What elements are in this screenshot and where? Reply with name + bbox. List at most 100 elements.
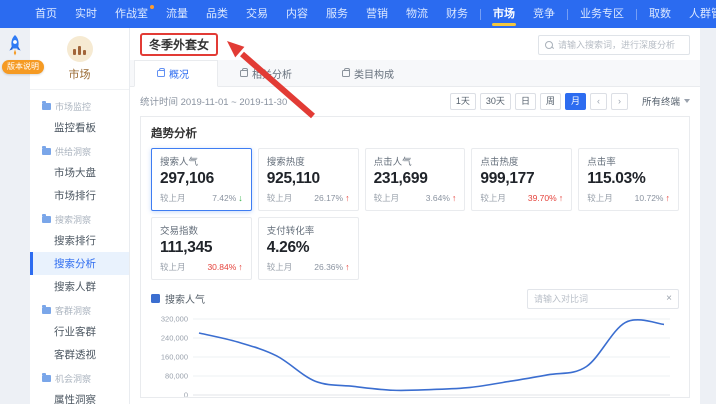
nav-item-home[interactable]: 首页: [26, 0, 66, 28]
series-line-search-popularity: [199, 320, 664, 391]
tab-category-composition[interactable]: 类目构成: [320, 60, 422, 86]
range-button[interactable]: 周: [540, 93, 561, 110]
metric-card[interactable]: 点击率 115.03% 较上月10.72%↑: [578, 148, 679, 211]
compare-period-label: 较上月: [587, 192, 613, 204]
tab-label: 概况: [169, 66, 189, 81]
metric-delta: 26.17%↑: [314, 193, 349, 203]
sidebar-section-label: 客群洞察: [30, 298, 129, 320]
nav-item-label: 实时: [75, 8, 97, 20]
rocket-icon[interactable]: [5, 34, 25, 58]
up-arrow-icon: ↑: [345, 262, 350, 272]
nav-item-logistics[interactable]: 物流: [397, 0, 437, 28]
metric-card[interactable]: 交易指数111,345较上月30.84%↑: [151, 217, 252, 280]
sidebar-item[interactable]: 行业客群: [30, 320, 129, 343]
sidebar-item[interactable]: 搜索人群: [30, 275, 129, 298]
sidebar-item[interactable]: 客群透视: [30, 343, 129, 366]
keyword-search-input[interactable]: [558, 40, 683, 50]
sidebar-item[interactable]: 属性洞察: [30, 388, 129, 404]
nav-item-biz-zone[interactable]: 业务专区: [571, 0, 633, 28]
metric-card[interactable]: 点击热度999,177较上月39.70%↑: [471, 148, 572, 211]
sidebar-section-text: 机会洞察: [55, 372, 91, 385]
search-icon: [545, 41, 553, 49]
keyword-search-box[interactable]: [538, 35, 690, 55]
prev-period-button[interactable]: ‹: [590, 93, 607, 110]
sidebar-section-label: 供给洞察: [30, 139, 129, 161]
nav-item-content[interactable]: 内容: [277, 0, 317, 28]
stat-filter-row: 统计时间 2019-11-01 ~ 2019-11-30 1天30天日周月‹›所…: [130, 87, 700, 116]
metric-value: 297,106: [160, 170, 243, 188]
metric-card[interactable]: 点击人气231,699较上月3.64%↑: [365, 148, 466, 211]
chart-header: 搜索人气 ×: [151, 289, 679, 309]
metric-footer: 较上月 26.17%↑: [267, 192, 350, 204]
nav-item-service[interactable]: 服务: [317, 0, 357, 28]
metric-footer: 较上月30.84%↑: [160, 261, 243, 273]
sidebar-item[interactable]: 市场大盘: [30, 161, 129, 184]
metric-card[interactable]: 支付转化率4.26%较上月26.36%↑: [258, 217, 359, 280]
metric-value: 999,177: [480, 170, 563, 188]
close-icon[interactable]: ×: [666, 294, 672, 304]
svg-text:160,000: 160,000: [161, 352, 188, 361]
nav-item-compete[interactable]: 竞争: [524, 0, 564, 28]
content-header: 冬季外套女: [130, 28, 700, 60]
compare-period-label: 较上月: [267, 192, 293, 204]
metric-label: 支付转化率: [267, 223, 350, 237]
metric-label: 点击率: [587, 154, 670, 168]
delta-percent: 26.36%: [314, 262, 343, 272]
sidebar-section-text: 搜索洞察: [55, 213, 91, 226]
terminal-dropdown[interactable]: 所有终端: [642, 94, 690, 108]
sidebar-section-label: 市场监控: [30, 94, 129, 116]
legend-swatch: [151, 294, 160, 303]
compare-period-label: 较上月: [160, 261, 186, 273]
delta-percent: 3.64%: [426, 193, 450, 203]
sidebar-item[interactable]: 搜索分析: [30, 252, 129, 275]
metric-label: 点击人气: [374, 154, 457, 168]
nav-item-label: 业务专区: [580, 8, 624, 20]
nav-item-crowd-mgmt[interactable]: 人群管理: [680, 0, 716, 28]
nav-item-data-extract[interactable]: 取数: [640, 0, 680, 28]
nav-item-war-room[interactable]: 作战室: [106, 0, 157, 28]
sidebar-section-text: 供给洞察: [55, 145, 91, 158]
svg-text:0: 0: [184, 390, 188, 398]
nav-item-finance[interactable]: 财务: [437, 0, 477, 28]
compare-word-input[interactable]: [534, 294, 662, 304]
nav-item-realtime[interactable]: 实时: [66, 0, 106, 28]
tab-label: 类目构成: [354, 66, 394, 81]
tab-overview[interactable]: 概况: [134, 60, 218, 87]
compare-period-label: 较上月: [267, 261, 293, 273]
assistant-badge[interactable]: 版本说明: [2, 60, 44, 74]
nav-item-marketing[interactable]: 营销: [357, 0, 397, 28]
nav-item-label: 市场: [493, 8, 515, 20]
trend-line-chart: 080,000160,000240,000320,0002018-112018-…: [151, 313, 679, 398]
metric-value: 115.03%: [587, 170, 670, 188]
sidebar-section-label: 搜索洞察: [30, 207, 129, 229]
range-button[interactable]: 日: [515, 93, 536, 110]
tab-related-analysis[interactable]: 相关分析: [218, 60, 320, 86]
metric-footer: 较上月 26.36%↑: [267, 261, 350, 273]
metric-label: 搜索热度: [267, 154, 350, 168]
sidebar-section-text: 市场监控: [55, 100, 91, 113]
up-arrow-icon: ↑: [345, 193, 350, 203]
folder-icon: [42, 307, 51, 314]
nav-item-trade[interactable]: 交易: [237, 0, 277, 28]
range-button[interactable]: 1天: [450, 93, 476, 110]
metric-card[interactable]: 搜索人气297,106较上月7.42%↓: [151, 148, 252, 211]
metric-footer: 较上月10.72%↑: [587, 192, 670, 204]
sidebar-item[interactable]: 搜索排行: [30, 229, 129, 252]
next-period-button[interactable]: ›: [611, 93, 628, 110]
metric-delta: 3.64%↑: [426, 193, 457, 203]
nav-separator: [480, 9, 481, 20]
sidebar-item[interactable]: 市场排行: [30, 184, 129, 207]
sidebar-item[interactable]: 监控看板: [30, 116, 129, 139]
nav-item-traffic[interactable]: 流量: [157, 0, 197, 28]
delta-percent: 30.84%: [207, 262, 236, 272]
compare-period-label: 较上月: [374, 192, 400, 204]
range-button[interactable]: 30天: [480, 93, 511, 110]
folder-icon: [42, 103, 51, 110]
nav-item-category[interactable]: 品类: [197, 0, 237, 28]
compare-word-box[interactable]: ×: [527, 289, 679, 309]
range-button[interactable]: 月: [565, 93, 586, 110]
up-arrow-icon: ↑: [559, 193, 564, 203]
nav-item-market[interactable]: 市场: [484, 0, 524, 28]
metric-card[interactable]: 搜索热度925,110较上月26.17%↑: [258, 148, 359, 211]
chart-legend[interactable]: 搜索人气: [151, 291, 205, 306]
